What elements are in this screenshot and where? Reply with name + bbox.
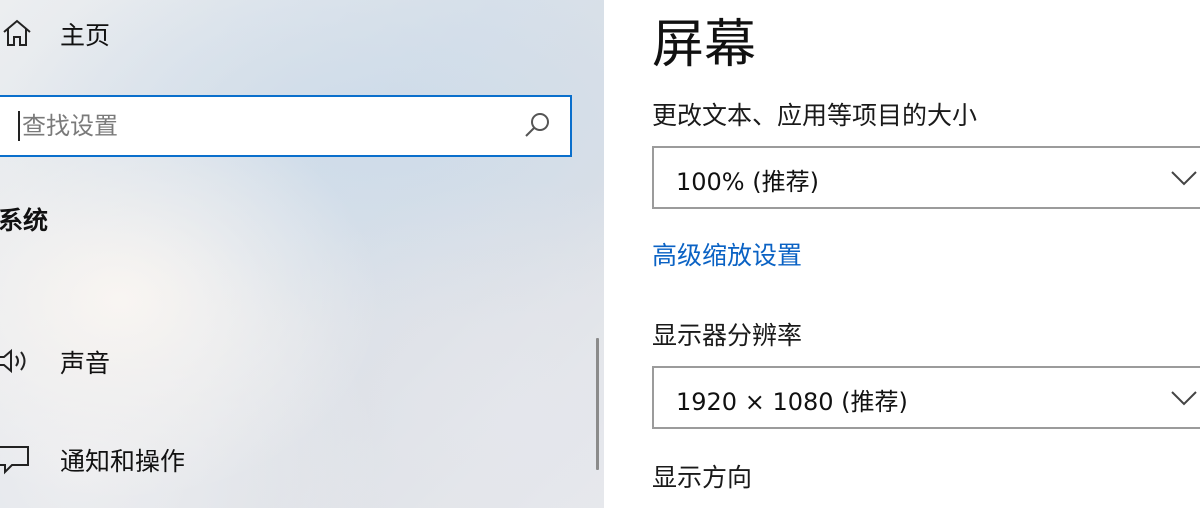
search-icon[interactable]: [522, 111, 552, 141]
search-input[interactable]: [22, 105, 502, 147]
sidebar-scrollbar[interactable]: [596, 338, 599, 470]
sidebar-item-sound[interactable]: 声音: [0, 338, 560, 384]
speaker-icon: [0, 344, 34, 378]
sidebar-item-home[interactable]: 主页: [0, 10, 560, 56]
sidebar: 主页 系统 声音: [0, 0, 604, 508]
orientation-label: 显示方向: [652, 463, 753, 492]
chevron-down-icon: [1170, 170, 1198, 186]
scale-dropdown[interactable]: 100% (推荐): [652, 146, 1200, 209]
chevron-down-icon: [1170, 390, 1198, 406]
resolution-label: 显示器分辨率: [652, 321, 803, 350]
section-title: 系统: [0, 206, 49, 235]
scale-label: 更改文本、应用等项目的大小: [652, 101, 978, 130]
sidebar-item-notifications[interactable]: 通知和操作: [0, 436, 560, 482]
scale-dropdown-value: 100% (推荐): [676, 168, 819, 196]
advanced-scaling-link[interactable]: 高级缩放设置: [652, 236, 802, 272]
notification-icon: [0, 442, 34, 476]
main-content: 屏幕 更改文本、应用等项目的大小 100% (推荐) 高级缩放设置 显示器分辨率…: [604, 0, 1200, 508]
sidebar-item-label: 通知和操作: [60, 447, 186, 476]
search-box[interactable]: [0, 95, 572, 157]
text-caret: [18, 111, 20, 141]
sidebar-item-label: 主页: [60, 21, 111, 50]
resolution-dropdown-value: 1920 × 1080 (推荐): [676, 388, 908, 416]
page-title: 屏幕: [652, 15, 757, 75]
home-icon: [0, 16, 34, 50]
sidebar-item-label: 声音: [60, 349, 111, 378]
resolution-dropdown[interactable]: 1920 × 1080 (推荐): [652, 366, 1200, 429]
settings-window: 主页 系统 声音: [0, 0, 1200, 508]
